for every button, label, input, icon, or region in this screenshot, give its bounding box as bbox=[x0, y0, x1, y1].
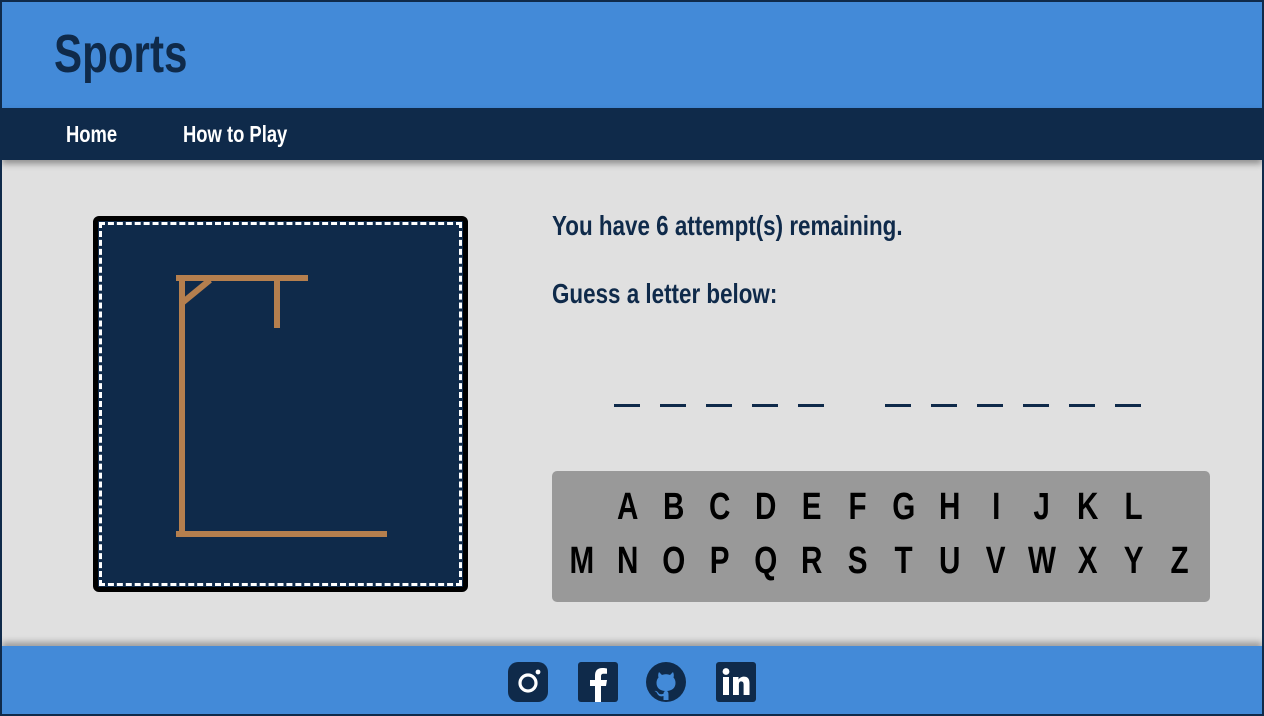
gallows-graphic bbox=[176, 275, 387, 537]
letter-key-label: A bbox=[617, 486, 639, 528]
letter-key-label: W bbox=[1028, 540, 1056, 582]
letter-blank bbox=[614, 404, 640, 407]
letter-key-r[interactable]: R bbox=[789, 539, 835, 583]
letter-key-label: N bbox=[617, 540, 639, 582]
letter-key-label: C bbox=[709, 486, 731, 528]
letter-key-label: S bbox=[848, 540, 868, 582]
nav-home-link[interactable]: Home bbox=[66, 120, 117, 148]
letter-key-l[interactable]: L bbox=[1111, 485, 1157, 529]
letter-key-g[interactable]: G bbox=[881, 485, 927, 529]
guess-prompt: Guess a letter below: bbox=[552, 278, 778, 309]
letter-key-d[interactable]: D bbox=[743, 485, 789, 529]
category-title: Sports bbox=[54, 24, 188, 84]
letter-blank bbox=[931, 404, 958, 407]
letter-key-label: D bbox=[755, 486, 777, 528]
gallows-brace bbox=[180, 277, 212, 306]
letter-blank bbox=[660, 404, 686, 407]
letter-key-n[interactable]: N bbox=[605, 539, 651, 583]
letter-key-label: P bbox=[710, 540, 730, 582]
letter-key-i[interactable]: I bbox=[973, 485, 1019, 529]
letter-key-label: K bbox=[1077, 486, 1099, 528]
letter-key-label: R bbox=[801, 540, 823, 582]
letter-key-z[interactable]: Z bbox=[1157, 539, 1203, 583]
letter-key-label: B bbox=[663, 486, 685, 528]
letter-key-p[interactable]: P bbox=[697, 539, 743, 583]
letter-key-v[interactable]: V bbox=[973, 539, 1019, 583]
site-footer bbox=[2, 646, 1262, 714]
attempts-remaining-text: You have 6 attempt(s) remaining. bbox=[552, 210, 903, 241]
github-icon[interactable] bbox=[646, 662, 686, 702]
letter-key-label: M bbox=[569, 540, 595, 582]
letter-key-h[interactable]: H bbox=[927, 485, 973, 529]
letter-key-k[interactable]: K bbox=[1065, 485, 1111, 529]
main-nav: Home How to Play bbox=[2, 108, 1262, 160]
letter-key-a[interactable]: A bbox=[605, 485, 651, 529]
letter-key-m[interactable]: M bbox=[559, 539, 605, 583]
site-header: Sports bbox=[2, 2, 1262, 108]
instagram-icon[interactable] bbox=[508, 662, 548, 702]
facebook-icon[interactable] bbox=[578, 662, 618, 702]
letter-key-o[interactable]: O bbox=[651, 539, 697, 583]
letter-key-label: Y bbox=[1124, 540, 1144, 582]
letter-key-label: Q bbox=[754, 540, 778, 582]
letter-key-label: F bbox=[848, 486, 868, 528]
nav-how-to-play-link[interactable]: How to Play bbox=[183, 120, 287, 148]
hangman-drawing bbox=[93, 216, 468, 592]
letter-blank bbox=[885, 404, 912, 407]
letter-key-label: H bbox=[939, 486, 961, 528]
letter-key-label: V bbox=[986, 540, 1006, 582]
letter-key-u[interactable]: U bbox=[927, 539, 973, 583]
letter-key-label: O bbox=[662, 540, 686, 582]
letter-blank bbox=[1023, 404, 1050, 407]
letter-key-label: X bbox=[1078, 540, 1098, 582]
letter-key-c[interactable]: C bbox=[697, 485, 743, 529]
letter-key-s[interactable]: S bbox=[835, 539, 881, 583]
letter-blank bbox=[977, 404, 1004, 407]
letter-key-e[interactable]: E bbox=[789, 485, 835, 529]
letter-key-x[interactable]: X bbox=[1065, 539, 1111, 583]
linkedin-icon[interactable] bbox=[716, 662, 756, 702]
letter-key-label: U bbox=[939, 540, 961, 582]
letter-key-j[interactable]: J bbox=[1019, 485, 1065, 529]
letter-key-label: T bbox=[894, 540, 914, 582]
letter-key-label: I bbox=[991, 486, 1001, 528]
letter-key-label: G bbox=[892, 486, 916, 528]
page: Sports Home How to Play You have 6 attem… bbox=[2, 2, 1262, 714]
letter-blank bbox=[1069, 404, 1096, 407]
letter-blank bbox=[798, 404, 824, 407]
letter-blank bbox=[706, 404, 732, 407]
letter-key-w[interactable]: W bbox=[1019, 539, 1065, 583]
letter-key-f[interactable]: F bbox=[835, 485, 881, 529]
letter-key-q[interactable]: Q bbox=[743, 539, 789, 583]
letter-blank bbox=[752, 404, 778, 407]
letter-key-b[interactable]: B bbox=[651, 485, 697, 529]
letter-key-label: Z bbox=[1170, 540, 1190, 582]
letter-key-label: E bbox=[802, 486, 822, 528]
letter-key-t[interactable]: T bbox=[881, 539, 927, 583]
letter-keyboard: ABCDEFGHIJKL MNOPQRSTUVWXYZ bbox=[552, 471, 1210, 602]
letter-key-label: L bbox=[1124, 486, 1144, 528]
letter-key-y[interactable]: Y bbox=[1111, 539, 1157, 583]
letter-blank bbox=[1115, 404, 1142, 407]
letter-key-label: J bbox=[1033, 486, 1051, 528]
